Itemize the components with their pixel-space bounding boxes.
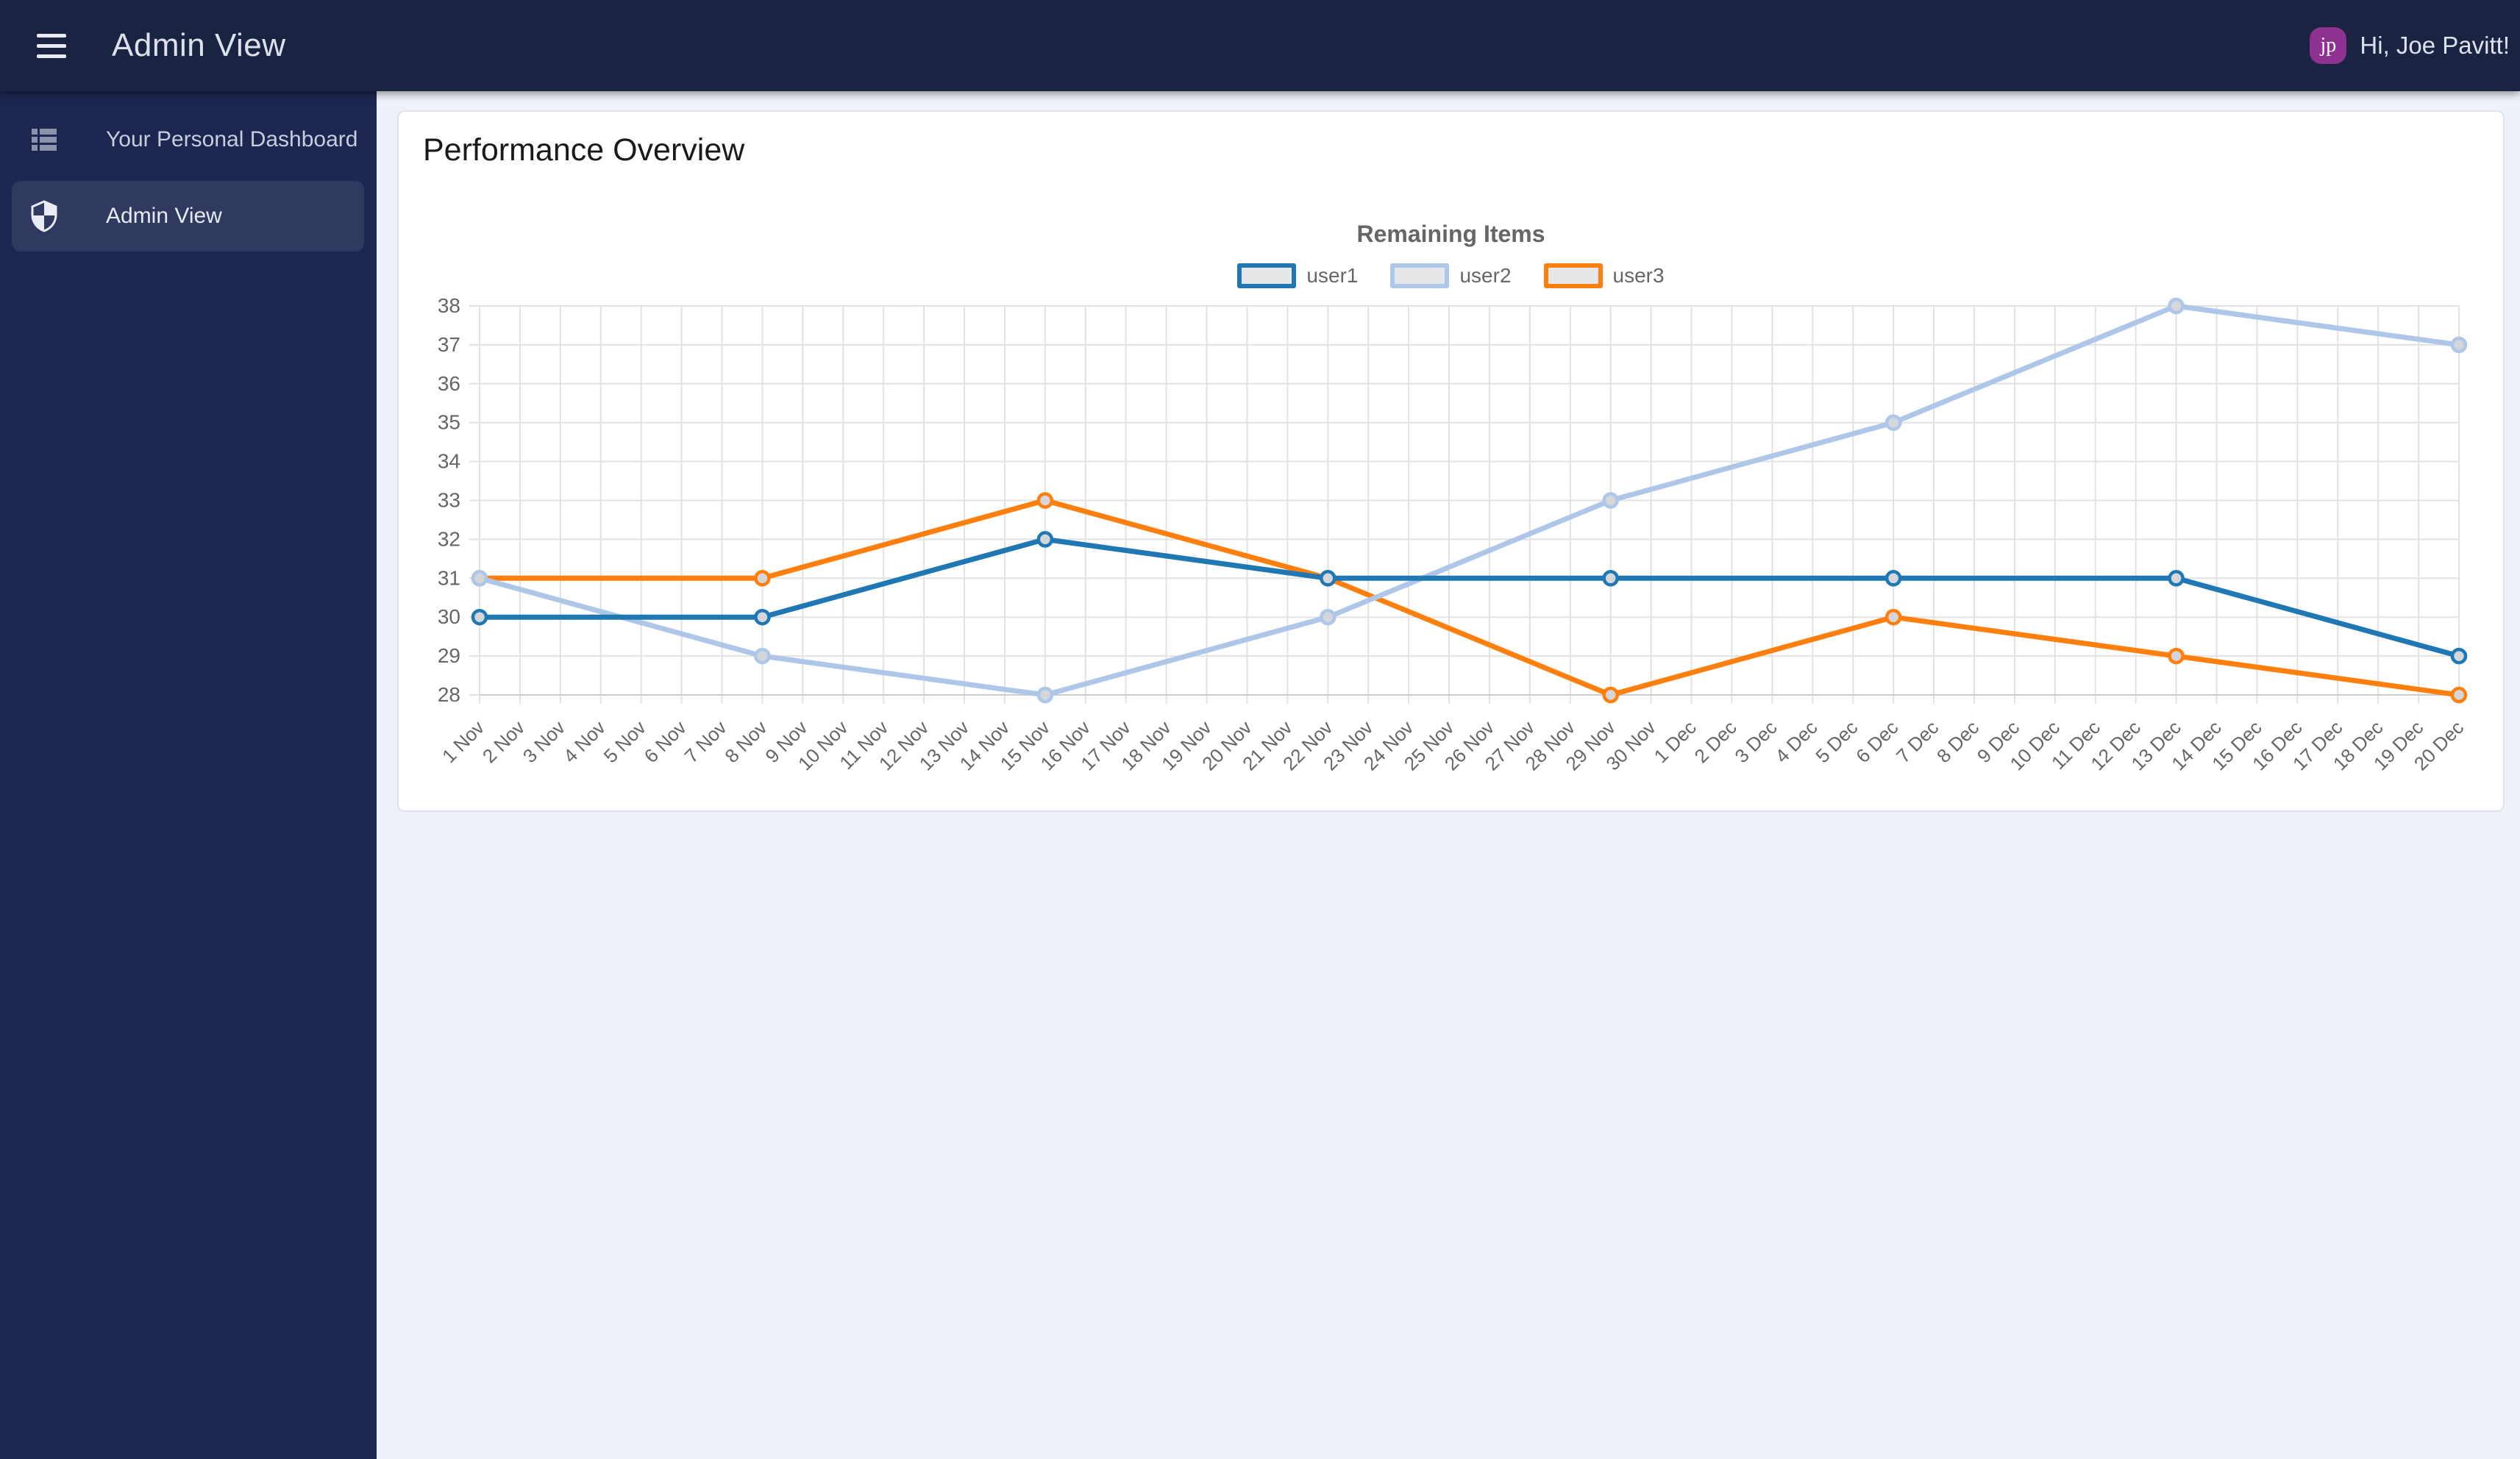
hamburger-bar [37, 43, 66, 48]
user-avatar[interactable]: jp [2310, 27, 2347, 64]
svg-text:7 Dec: 7 Dec [1892, 716, 1943, 767]
svg-text:8 Nov: 8 Nov [720, 716, 771, 767]
svg-text:36: 36 [438, 372, 460, 395]
user-area: jp Hi, Joe Pavitt! [2310, 27, 2510, 64]
svg-text:2 Dec: 2 Dec [1690, 716, 1740, 767]
performance-overview-card: Performance Overview 1 Nov 2 Nov 3 Nov 4 No… [397, 110, 2505, 812]
svg-text:6 Dec: 6 Dec [1851, 716, 1902, 767]
svg-text:34: 34 [438, 450, 460, 473]
hamburger-bar [37, 33, 66, 38]
svg-text:28: 28 [438, 683, 460, 706]
remaining-items-chart: 1 Nov 2 Nov 3 Nov 4 Nov 5 Nov 6 Nov 7 Nov 8 Nov… [399, 207, 2503, 813]
app-title: Admin View [112, 27, 286, 63]
shield-icon [29, 200, 59, 232]
user-greeting: Hi, Joe Pavitt! [2360, 32, 2510, 59]
legend-label: user2 [1459, 264, 1512, 287]
main-content: Performance Overview 1 Nov 2 Nov 3 Nov 4 No… [377, 91, 2520, 1459]
sidebar-item-label: Your Personal Dashboard [106, 127, 358, 151]
svg-text:1 Nov: 1 Nov [438, 716, 488, 767]
topbar: Admin View jp Hi, Joe Pavitt! [0, 0, 2520, 91]
chart-legend: user1 user2 user3 [399, 263, 2503, 288]
svg-text:35: 35 [438, 411, 460, 434]
svg-text:2 Nov: 2 Nov [478, 716, 529, 767]
svg-text:37: 37 [438, 333, 460, 356]
sidebar-item-label: Admin View [106, 204, 222, 228]
chart-svg[interactable]: 1 Nov2 Nov3 Nov4 Nov5 Nov6 Nov7 Nov8 Nov… [399, 207, 2503, 813]
svg-text:3 Nov: 3 Nov [519, 716, 569, 767]
svg-text:5 Dec: 5 Dec [1811, 716, 1862, 767]
hamburger-menu-icon[interactable] [37, 33, 66, 58]
svg-text:29: 29 [438, 644, 460, 667]
legend-label: user3 [1612, 264, 1665, 287]
svg-text:6 Nov: 6 Nov [640, 716, 691, 767]
svg-text:8 Dec: 8 Dec [1932, 716, 1983, 767]
legend-item-user1[interactable]: user1 [1237, 263, 1358, 288]
svg-text:30: 30 [438, 605, 460, 628]
svg-text:38: 38 [438, 294, 460, 317]
svg-text:4 Nov: 4 Nov [559, 716, 610, 767]
legend-swatch [1543, 263, 1603, 288]
svg-text:5 Nov: 5 Nov [599, 716, 650, 767]
svg-text:31: 31 [438, 566, 460, 589]
svg-text:32: 32 [438, 527, 460, 550]
view-list-icon [29, 129, 59, 151]
card-title: Performance Overview [423, 132, 745, 168]
chart-title: Remaining Items [1356, 221, 1545, 247]
svg-text:3 Dec: 3 Dec [1730, 716, 1781, 767]
legend-swatch [1390, 263, 1450, 288]
sidebar: Your Personal Dashboard Admin View [0, 91, 377, 1459]
svg-text:1 Dec: 1 Dec [1650, 716, 1701, 767]
sidebar-item-admin-view[interactable]: Admin View [12, 181, 364, 252]
legend-item-user2[interactable]: user2 [1390, 263, 1512, 288]
legend-label: user1 [1306, 264, 1359, 287]
sidebar-item-personal-dashboard[interactable]: Your Personal Dashboard [12, 104, 364, 175]
legend-item-user3[interactable]: user3 [1543, 263, 1665, 288]
svg-text:33: 33 [438, 489, 460, 512]
svg-text:4 Dec: 4 Dec [1770, 716, 1821, 767]
hamburger-bar [37, 54, 66, 58]
legend-swatch [1237, 263, 1297, 288]
svg-text:7 Nov: 7 Nov [680, 716, 731, 767]
